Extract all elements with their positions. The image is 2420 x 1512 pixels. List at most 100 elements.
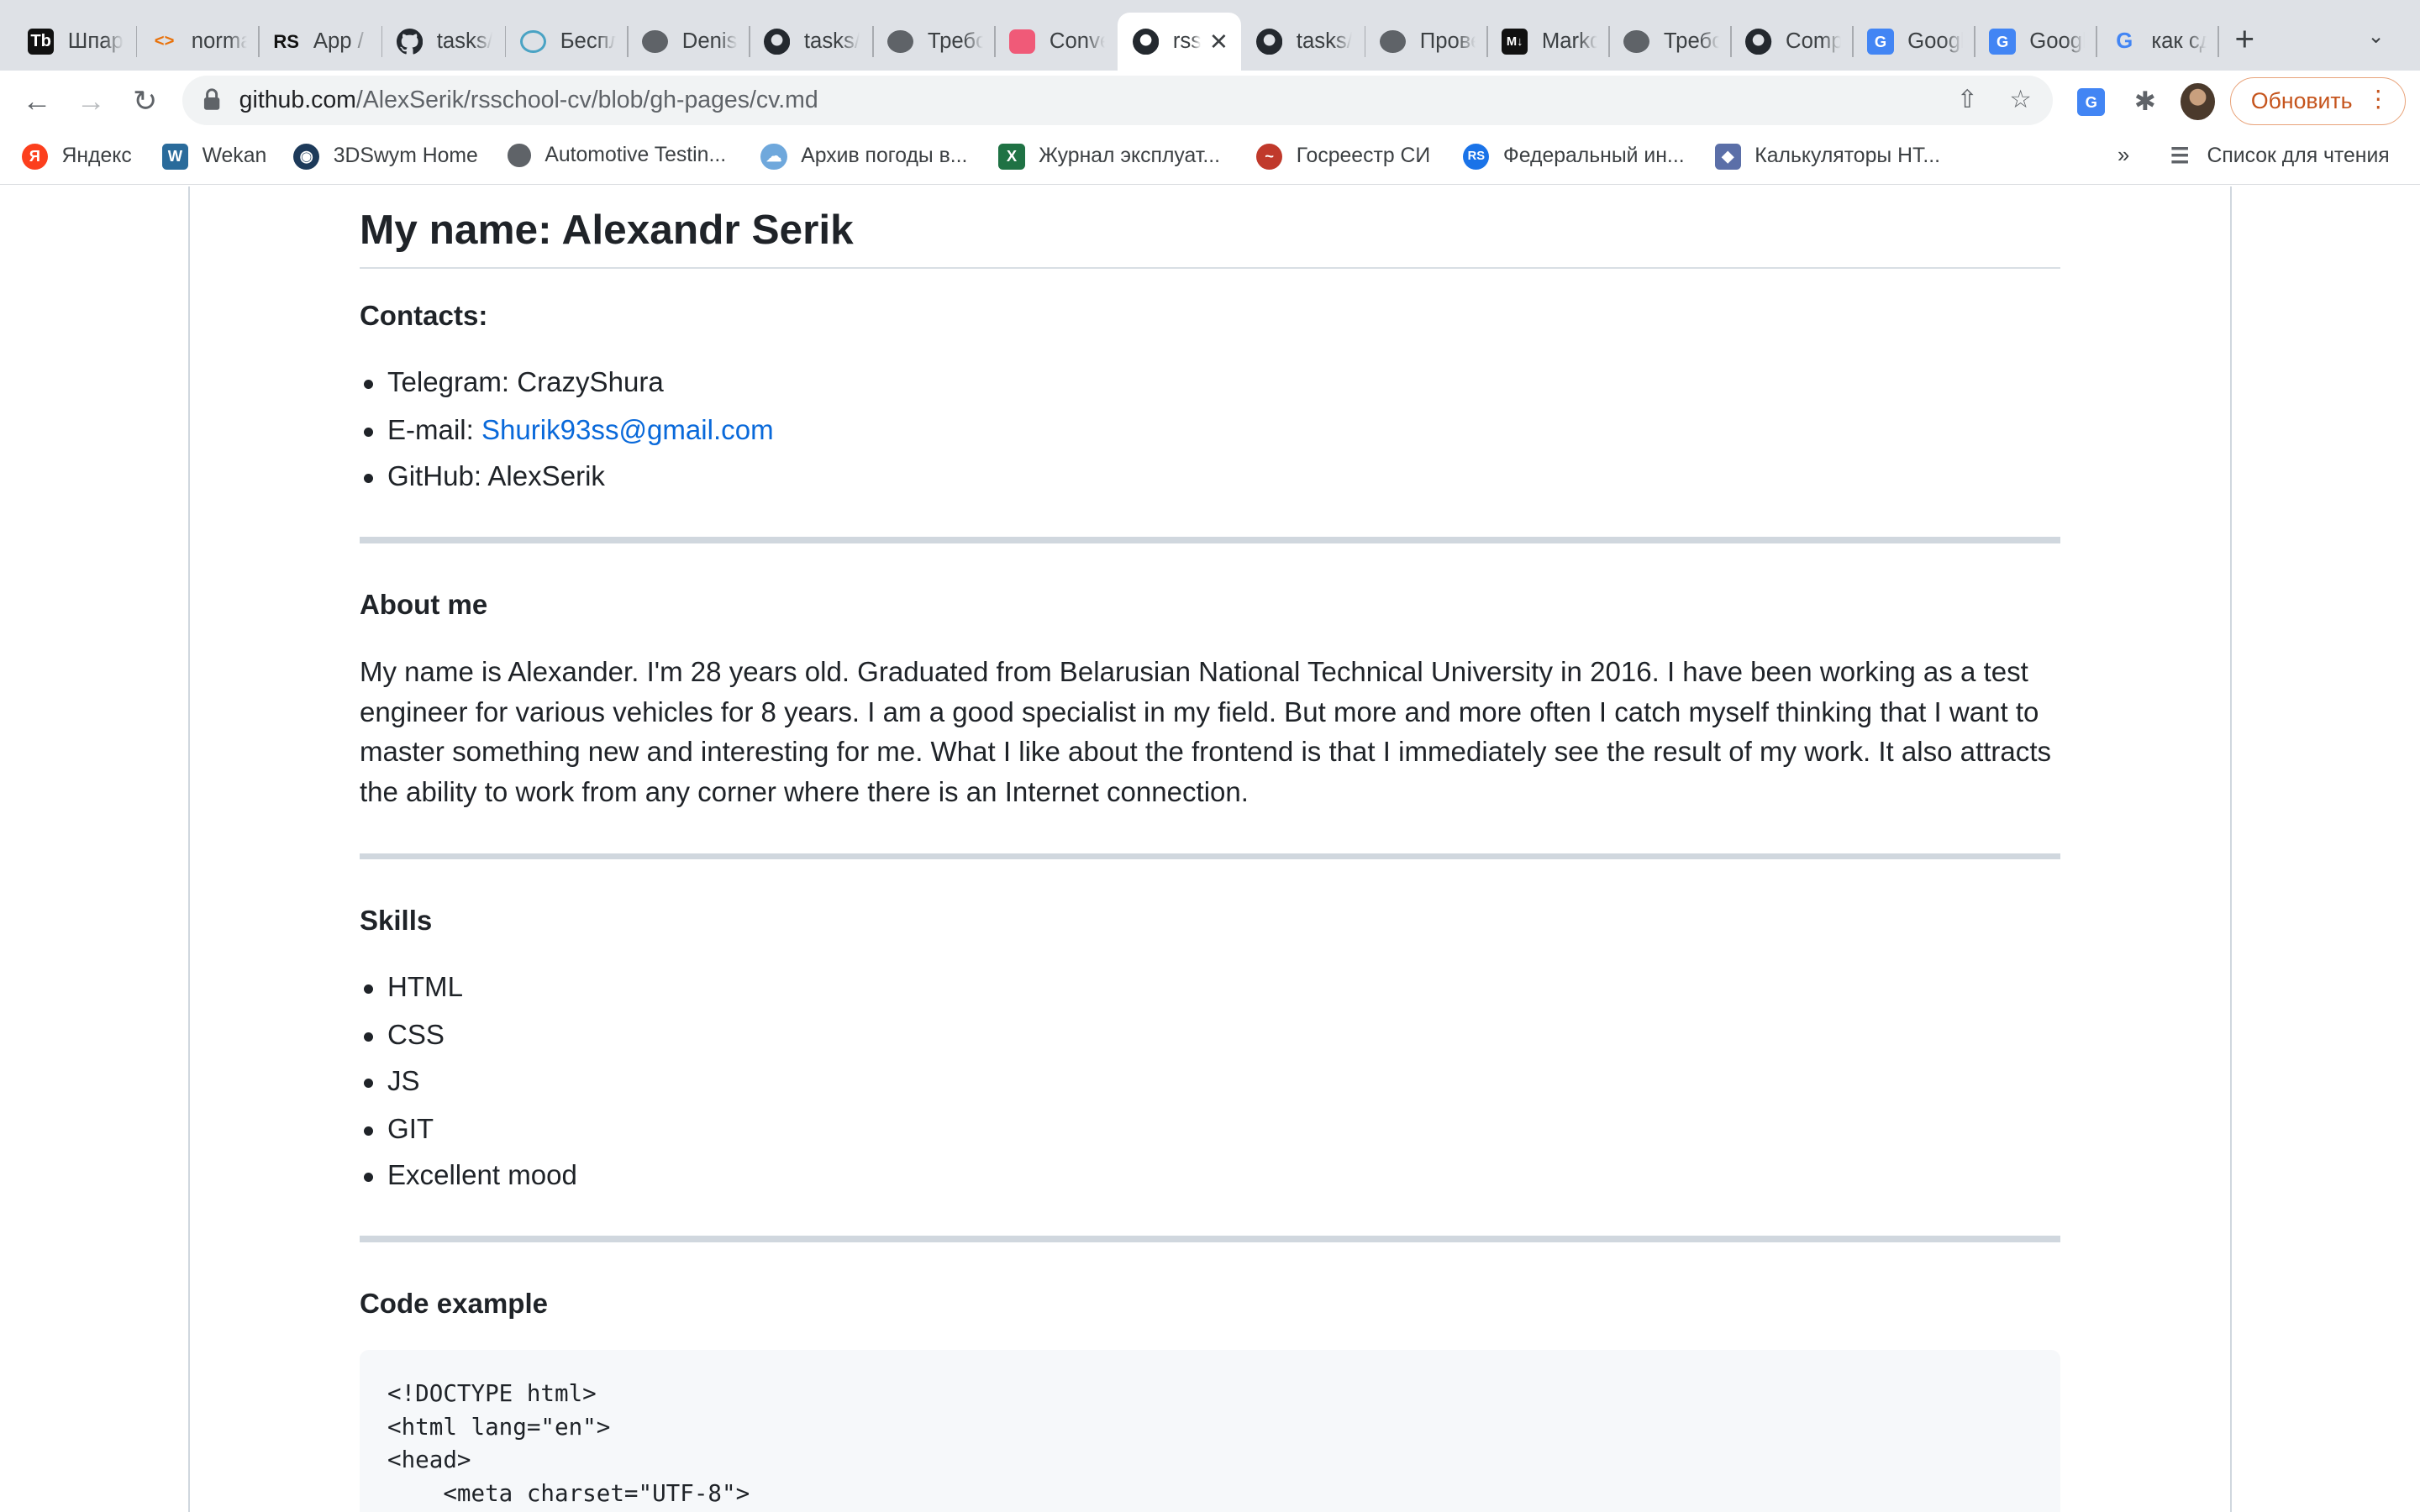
translate-extension-icon[interactable]: G bbox=[2075, 85, 2108, 118]
bookmarks-bar: Я Яндекс W Wekan ◉ 3DSwym Home Automotiv… bbox=[0, 132, 2420, 186]
browser-toolbar: ← → ↻ github.com/AlexSerik/rsschool-cv/b… bbox=[0, 71, 2420, 133]
address-bar[interactable]: github.com/AlexSerik/rsschool-cv/blob/gh… bbox=[182, 75, 2053, 125]
bullet bbox=[364, 473, 374, 483]
browser-tab[interactable]: Бесплатно bbox=[505, 13, 629, 71]
gosreestr-icon: ~ bbox=[1256, 143, 1283, 171]
bookmark-journal[interactable]: X Журнал эксплуат... bbox=[998, 143, 1220, 171]
code-line: <head> bbox=[387, 1446, 471, 1474]
bookmark-wekan[interactable]: W Wekan bbox=[161, 143, 266, 171]
bookmark-yandex[interactable]: Я Яндекс bbox=[21, 143, 132, 171]
bookmark-federal[interactable]: RS Федеральный ин... bbox=[1463, 143, 1685, 171]
contact-telegram: Telegram: CrazyShura bbox=[364, 367, 664, 399]
section-divider bbox=[359, 853, 2060, 860]
bookmark-star-icon[interactable]: ☆ bbox=[2009, 85, 2031, 114]
skill-item: GIT bbox=[364, 1114, 434, 1146]
reload-button[interactable]: ↻ bbox=[127, 83, 164, 120]
weather-icon: ☁ bbox=[760, 143, 787, 171]
rs-icon: RS bbox=[273, 30, 299, 52]
forward-button[interactable]: → bbox=[72, 83, 109, 120]
bookmark-calculators[interactable]: ◆ Калькуляторы НТ... bbox=[1714, 143, 1940, 171]
reading-list-icon: ☰ bbox=[2170, 144, 2190, 169]
content-border-right bbox=[2230, 186, 2232, 1512]
code-line: <html lang="en"> bbox=[387, 1413, 611, 1441]
extensions-puzzle-icon[interactable]: ✱ bbox=[2128, 85, 2162, 118]
lock-icon[interactable] bbox=[203, 88, 220, 117]
skill-item: CSS bbox=[364, 1020, 445, 1052]
bookmark-gosreestr[interactable]: ~ Госреестр СИ bbox=[1256, 143, 1430, 171]
browser-tab[interactable]: tasks/ bbox=[749, 13, 872, 71]
code-heading: Code example bbox=[359, 1288, 549, 1320]
page-content: My name: Alexandr Serik Contacts: Telegr… bbox=[0, 186, 2420, 1512]
about-heading: About me bbox=[359, 589, 488, 621]
browser-tab[interactable]: Требования bbox=[872, 13, 996, 71]
globe-icon bbox=[1380, 29, 1407, 54]
pink-square-icon bbox=[1009, 29, 1036, 55]
skills-heading: Skills bbox=[359, 906, 433, 937]
url-path: /AlexSerik/rsschool-cv/blob/gh-pages/cv.… bbox=[355, 86, 818, 113]
browser-tab[interactable]: M↓ Markdown bbox=[1486, 13, 1610, 71]
globe-icon bbox=[642, 29, 669, 54]
browser-tab[interactable]: G Google bbox=[1974, 13, 2097, 71]
browser-tab[interactable]: Denis bbox=[627, 13, 750, 71]
browser-tab[interactable]: Требования bbox=[1608, 13, 1732, 71]
github-icon bbox=[764, 28, 791, 55]
bullet bbox=[364, 984, 374, 994]
github-icon bbox=[1745, 28, 1772, 55]
reading-list-button[interactable]: ☰ Список для чтения bbox=[2167, 144, 2390, 170]
bullet bbox=[364, 1078, 374, 1088]
bullet bbox=[364, 427, 374, 437]
title-underline bbox=[359, 266, 2060, 269]
swym-icon: ◉ bbox=[292, 143, 320, 171]
code-line: <!DOCTYPE html> bbox=[387, 1380, 597, 1408]
section-divider bbox=[359, 1236, 2060, 1242]
browser-tab[interactable]: Compare bbox=[1730, 13, 1854, 71]
convert-icon bbox=[519, 29, 547, 54]
code-icon: <> bbox=[154, 32, 175, 51]
browser-tab[interactable]: tasks/ bbox=[1241, 13, 1365, 71]
browser-tab[interactable]: G Google bbox=[1852, 13, 1975, 71]
more-bookmarks-button[interactable]: » bbox=[2118, 144, 2129, 168]
avatar[interactable] bbox=[2181, 83, 2215, 121]
google-translate-icon: G bbox=[1989, 28, 2016, 55]
browser-tab[interactable]: Convert bbox=[994, 13, 1118, 71]
browser-tab[interactable]: RS App / RS bbox=[258, 13, 381, 71]
back-button[interactable]: ← bbox=[18, 83, 55, 120]
bullet bbox=[364, 1126, 374, 1136]
browser-tab[interactable]: Tb Шпаргалка bbox=[13, 13, 136, 71]
browser-tab[interactable]: tasks/ bbox=[381, 13, 505, 71]
url-text[interactable]: github.com/AlexSerik/rsschool-cv/blob/gh… bbox=[239, 87, 818, 114]
update-button[interactable]: Обновить ⋮ bbox=[2230, 76, 2407, 125]
browser-tab[interactable]: G как сделать bbox=[2096, 13, 2219, 71]
markdown-icon: M↓ bbox=[1502, 28, 1528, 55]
tab-strip: Tb Шпаргалка <> normalize RS App / RS ta… bbox=[0, 0, 2420, 71]
update-label: Обновить bbox=[2250, 87, 2353, 113]
github-icon bbox=[1133, 28, 1160, 55]
more-vert-icon[interactable]: ⋮ bbox=[2367, 86, 2391, 113]
page-title: My name: Alexandr Serik bbox=[359, 206, 854, 254]
globe-icon bbox=[508, 144, 531, 167]
bookmark-weather[interactable]: ☁ Архив погоды в... bbox=[760, 143, 967, 171]
browser-tab-active[interactable]: rsschool ✕ bbox=[1117, 12, 1241, 71]
github-icon bbox=[1256, 28, 1283, 55]
url-host: github.com bbox=[239, 86, 356, 113]
browser-tab[interactable]: Проверка bbox=[1365, 13, 1488, 71]
contact-github: GitHub: AlexSerik bbox=[364, 461, 605, 493]
excel-icon: X bbox=[998, 143, 1025, 171]
browser-tab[interactable]: <> normalize bbox=[136, 13, 260, 71]
section-divider bbox=[359, 537, 2060, 543]
contact-email: E-mail: Shurik93ss@gmail.com bbox=[364, 415, 774, 447]
email-link[interactable]: Shurik93ss@gmail.com bbox=[481, 415, 774, 446]
skill-item: HTML bbox=[364, 972, 463, 1004]
code-line: <meta charset="UTF-8"> bbox=[387, 1479, 750, 1507]
code-block: <!DOCTYPE html> <html lang="en"> <head> <m… bbox=[359, 1350, 2060, 1512]
bookmark-automotive[interactable]: Automotive Testin... bbox=[508, 144, 726, 167]
bullet bbox=[364, 379, 374, 389]
skill-item: Excellent mood bbox=[364, 1160, 577, 1192]
tab-search-chevron-icon[interactable]: ⌄ bbox=[2367, 24, 2384, 49]
fed-icon: RS bbox=[1463, 143, 1490, 171]
bullet bbox=[364, 1032, 374, 1042]
close-tab-icon[interactable]: ✕ bbox=[1209, 29, 1228, 55]
new-tab-button[interactable]: + bbox=[2235, 20, 2255, 57]
bookmark-3dswym[interactable]: ◉ 3DSwym Home bbox=[292, 143, 478, 171]
share-icon[interactable]: ⇧ bbox=[1957, 85, 1978, 114]
